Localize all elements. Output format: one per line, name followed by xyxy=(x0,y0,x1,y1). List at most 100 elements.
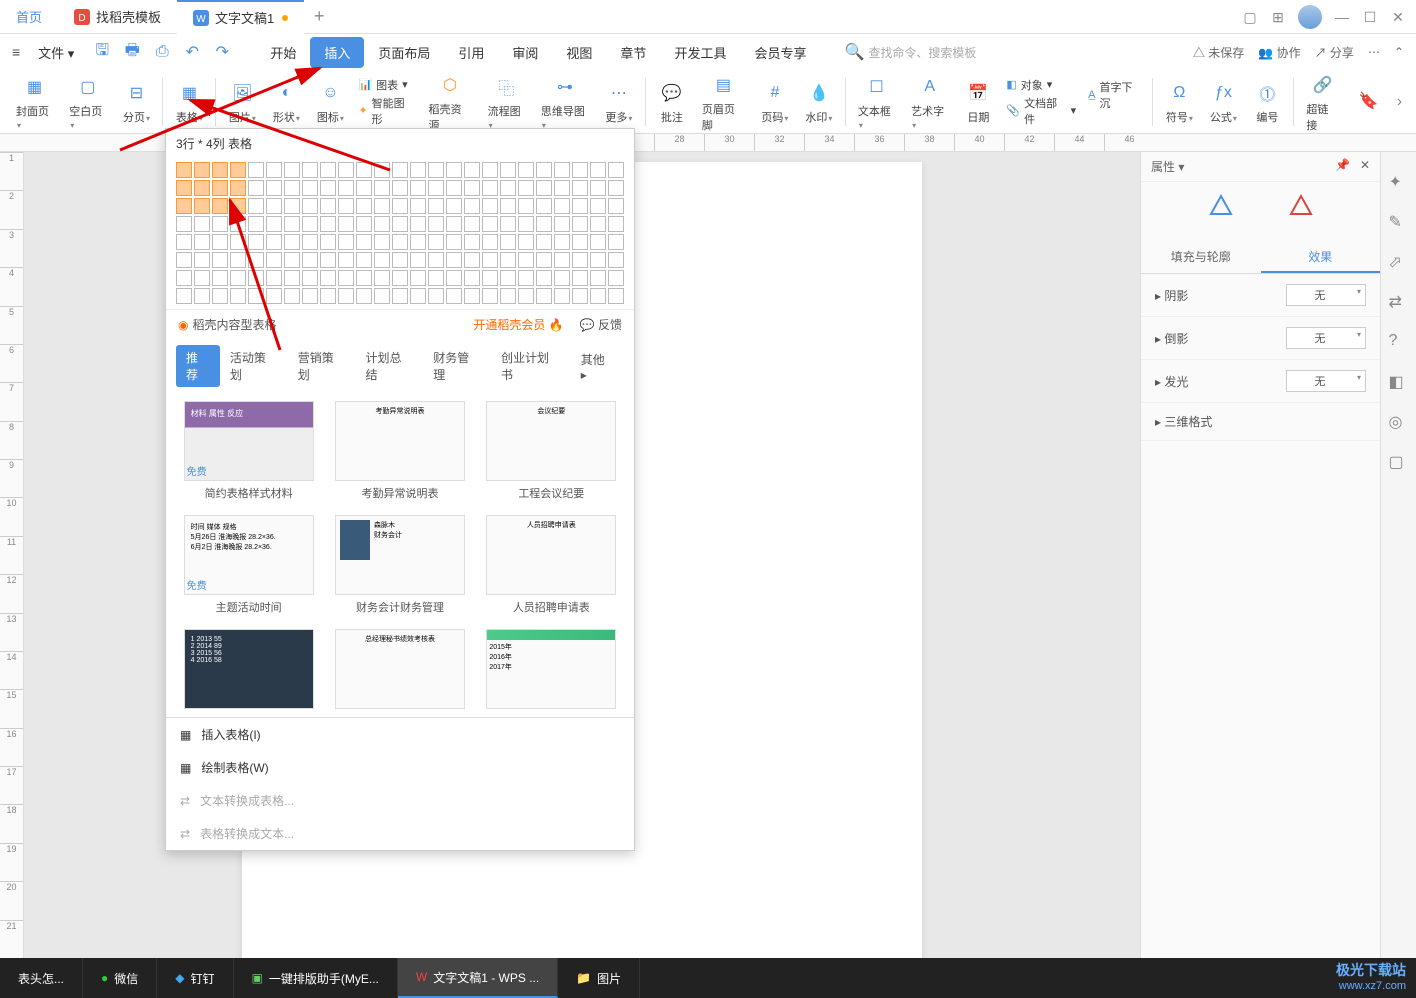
grid-cell[interactable] xyxy=(392,180,408,196)
target-icon[interactable]: ◎ xyxy=(1389,412,1409,432)
grid-cell[interactable] xyxy=(590,180,606,196)
grid-cell[interactable] xyxy=(284,198,300,214)
smart-shape[interactable]: ✦ 智能图形 xyxy=(358,95,414,127)
grid-cell[interactable] xyxy=(320,180,336,196)
tab-start[interactable]: 开始 xyxy=(256,37,310,68)
grid-cell[interactable] xyxy=(212,234,228,250)
grid-cell[interactable] xyxy=(284,288,300,304)
grid-cell[interactable] xyxy=(284,162,300,178)
grid-cell[interactable] xyxy=(374,180,390,196)
grid-cell[interactable] xyxy=(284,234,300,250)
grid-cell[interactable] xyxy=(482,216,498,232)
grid-cell[interactable] xyxy=(428,162,444,178)
grid-cell[interactable] xyxy=(482,252,498,268)
grid-cell[interactable] xyxy=(464,180,480,196)
grid-cell[interactable] xyxy=(536,198,552,214)
grid-cell[interactable] xyxy=(194,270,210,286)
grid-cell[interactable] xyxy=(536,216,552,232)
grid-cell[interactable] xyxy=(230,288,246,304)
redo-icon[interactable]: ↷ xyxy=(212,42,232,62)
grid-cell[interactable] xyxy=(482,162,498,178)
grid-cell[interactable] xyxy=(248,288,264,304)
grid-cell[interactable] xyxy=(464,216,480,232)
select-icon[interactable]: ⬀ xyxy=(1389,252,1409,272)
grid-cell[interactable] xyxy=(446,180,462,196)
grid-cell[interactable] xyxy=(374,252,390,268)
threed-section[interactable]: ▸ 三维格式 xyxy=(1141,403,1380,441)
grid-cell[interactable] xyxy=(176,252,192,268)
shape[interactable]: ◐形状▾ xyxy=(264,75,308,129)
insert-table-menu[interactable]: ▦插入表格(I) xyxy=(166,718,634,751)
hamburger-icon[interactable]: ≡ xyxy=(12,44,20,60)
grid-cell[interactable] xyxy=(554,198,570,214)
grid-cell[interactable] xyxy=(392,252,408,268)
grid-cell[interactable] xyxy=(176,198,192,214)
template-3[interactable]: 会议纪要 工程会议纪要 xyxy=(481,401,622,505)
tab-devtools[interactable]: 开发工具 xyxy=(660,37,740,68)
grid-cell[interactable] xyxy=(428,288,444,304)
grid-cell[interactable] xyxy=(500,180,516,196)
tab-insert[interactable]: 插入 xyxy=(310,37,364,68)
grid-cell[interactable] xyxy=(572,198,588,214)
help-icon[interactable]: ? xyxy=(1389,332,1409,352)
grid-cell[interactable] xyxy=(572,288,588,304)
grid-cell[interactable] xyxy=(410,252,426,268)
grid-cell[interactable] xyxy=(284,252,300,268)
grid-cell[interactable] xyxy=(518,234,534,250)
grid-cell[interactable] xyxy=(608,270,624,286)
grid-cell[interactable] xyxy=(356,234,372,250)
grid-cell[interactable] xyxy=(338,216,354,232)
grid-cell[interactable] xyxy=(590,252,606,268)
tab-review[interactable]: 审阅 xyxy=(498,37,552,68)
grid-cell[interactable] xyxy=(518,252,534,268)
grid-cell[interactable] xyxy=(392,216,408,232)
template-9[interactable]: 2015年2016年2017年 xyxy=(481,629,622,709)
grid-cell[interactable] xyxy=(554,288,570,304)
grid-cell[interactable] xyxy=(482,270,498,286)
pen-icon[interactable]: ✎ xyxy=(1389,212,1409,232)
new-tab-button[interactable]: + xyxy=(304,6,334,27)
grid-cell[interactable] xyxy=(500,288,516,304)
grid-cell[interactable] xyxy=(410,198,426,214)
grid-cell[interactable] xyxy=(212,252,228,268)
grid-cell[interactable] xyxy=(248,180,264,196)
grid-cell[interactable] xyxy=(212,216,228,232)
shadow-dropdown[interactable]: 无 xyxy=(1286,284,1366,306)
grid-cell[interactable] xyxy=(410,270,426,286)
grid-cell[interactable] xyxy=(248,162,264,178)
grid-cell[interactable] xyxy=(572,180,588,196)
bookmark[interactable]: 🔖 xyxy=(1347,83,1391,121)
mindmap[interactable]: ⊶思维导图▾ xyxy=(533,69,597,135)
grid-cell[interactable] xyxy=(608,234,624,250)
grid-cell[interactable] xyxy=(356,270,372,286)
open-member-link[interactable]: 开通稻壳会员 🔥 xyxy=(473,316,563,333)
more-icon[interactable]: ⋯ xyxy=(1368,45,1380,59)
blank-page[interactable]: ▢空白页▾ xyxy=(61,69,114,135)
template-5[interactable]: 森脉木财务会计 财务会计财务管理 xyxy=(329,515,470,619)
grid-cell[interactable] xyxy=(248,234,264,250)
reflection-section[interactable]: ▸ 倒影 无 xyxy=(1141,317,1380,360)
grid-cell[interactable] xyxy=(392,162,408,178)
grid-cell[interactable] xyxy=(518,180,534,196)
grid-cell[interactable] xyxy=(302,234,318,250)
grid-cell[interactable] xyxy=(536,252,552,268)
grid-cell[interactable] xyxy=(446,162,462,178)
cat-finance[interactable]: 财务管理 xyxy=(423,345,491,387)
grid-cell[interactable] xyxy=(482,180,498,196)
grid-cell[interactable] xyxy=(374,216,390,232)
flowchart[interactable]: ⿻流程图▾ xyxy=(480,69,533,135)
draw-table-menu[interactable]: ▦绘制表格(W) xyxy=(166,751,634,784)
close-panel-icon[interactable]: ✕ xyxy=(1360,158,1370,172)
grid-cell[interactable] xyxy=(608,162,624,178)
grid-cell[interactable] xyxy=(518,270,534,286)
textbox[interactable]: ☐文本框▾ xyxy=(850,69,903,135)
grid-cell[interactable] xyxy=(572,162,588,178)
grid-cell[interactable] xyxy=(338,162,354,178)
grid-cell[interactable] xyxy=(554,180,570,196)
grid-cell[interactable] xyxy=(302,288,318,304)
grid-cell[interactable] xyxy=(536,288,552,304)
glow-dropdown[interactable]: 无 xyxy=(1286,370,1366,392)
grid-cell[interactable] xyxy=(518,216,534,232)
grid-cell[interactable] xyxy=(392,288,408,304)
grid-cell[interactable] xyxy=(482,198,498,214)
